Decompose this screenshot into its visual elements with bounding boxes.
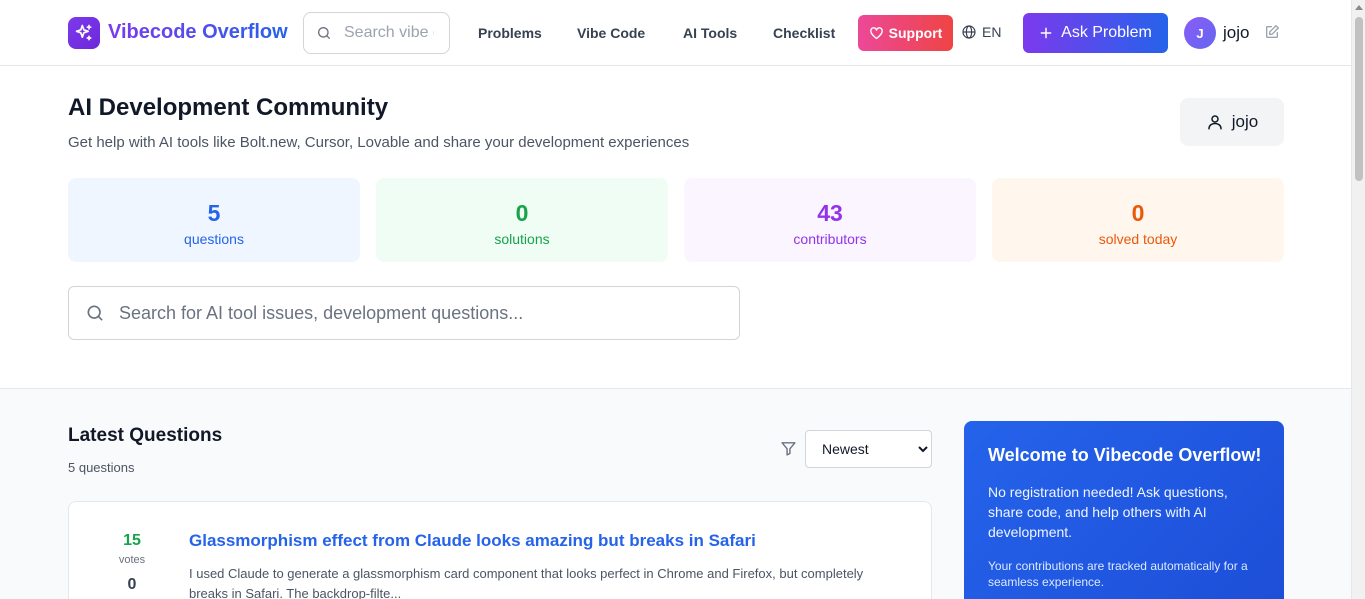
questions-count: 5 questions: [68, 460, 135, 475]
question-stats: 15 votes 0: [110, 532, 154, 594]
support-button[interactable]: Support: [858, 15, 953, 51]
stat-label: solved today: [1098, 231, 1178, 247]
scroll-up-arrow-icon[interactable]: [1355, 5, 1363, 10]
main-search[interactable]: [68, 286, 740, 340]
question-title-link[interactable]: Glassmorphism effect from Claude looks a…: [189, 531, 756, 551]
header-search[interactable]: [303, 12, 450, 54]
header-search-input[interactable]: [344, 24, 434, 42]
stat-value: 0: [515, 200, 529, 226]
user-profile-button[interactable]: jojo: [1180, 98, 1284, 146]
vote-count: 15: [123, 532, 141, 549]
welcome-body: No registration needed! Ask questions, s…: [988, 484, 1228, 540]
logo-sparkles-icon[interactable]: [68, 17, 100, 49]
vote-label: votes: [118, 554, 146, 566]
latest-questions-title: Latest Questions: [68, 425, 223, 446]
nav-ai-tools[interactable]: AI Tools: [683, 25, 737, 41]
header-username[interactable]: jojo: [1223, 23, 1249, 43]
nav-problems[interactable]: Problems: [478, 25, 542, 41]
page-title: AI Development Community: [68, 94, 389, 121]
stat-label: questions: [184, 231, 244, 247]
stat-card-solved-today: 0 solved today: [992, 178, 1284, 262]
page-subtitle: Get help with AI tools like Bolt.new, Cu…: [68, 134, 690, 151]
main-search-input[interactable]: [119, 302, 719, 324]
scroll-thumb[interactable]: [1355, 17, 1363, 181]
nav-checklist[interactable]: Checklist: [773, 25, 835, 41]
language-label: EN: [982, 24, 1002, 40]
user-profile-label: jojo: [1231, 112, 1259, 131]
search-icon: [87, 305, 103, 321]
page-scrollbar[interactable]: [1351, 0, 1365, 599]
plus-icon: [1040, 27, 1052, 39]
filter-icon: [780, 440, 797, 462]
stat-card-solutions: 0 solutions: [376, 178, 668, 262]
brand-name[interactable]: Vibecode Overflow: [108, 21, 288, 44]
top-header: Vibecode Overflow Problems Vibe Code AI …: [0, 0, 1351, 66]
stat-label: solutions: [494, 231, 550, 247]
welcome-panel: Welcome to Vibecode Overflow! No registr…: [964, 421, 1284, 599]
edit-icon[interactable]: [1264, 24, 1280, 45]
question-excerpt: I used Claude to generate a glassmorphis…: [189, 566, 864, 599]
heart-icon: [869, 26, 883, 39]
avatar[interactable]: J: [1184, 17, 1216, 49]
stat-card-contributors: 43 contributors: [684, 178, 976, 262]
sort-select[interactable]: Newest: [805, 430, 932, 468]
answer-count: 0: [127, 576, 137, 593]
globe-icon: [962, 25, 976, 39]
stat-card-questions: 5 questions: [68, 178, 360, 262]
stat-value: 43: [817, 200, 843, 226]
welcome-note: Your contributions are tracked automatic…: [988, 559, 1248, 589]
support-label: Support: [888, 25, 943, 41]
ask-problem-label: Ask Problem: [1061, 24, 1152, 41]
stat-value: 0: [1131, 200, 1145, 226]
language-switcher[interactable]: EN: [961, 24, 1001, 40]
stat-label: contributors: [793, 231, 867, 247]
ask-problem-button[interactable]: Ask Problem: [1023, 13, 1168, 53]
search-icon: [318, 27, 330, 39]
stat-value: 5: [207, 200, 221, 226]
nav-vibe-code[interactable]: Vibe Code: [577, 25, 645, 41]
user-icon: [1208, 115, 1222, 130]
welcome-title: Welcome to Vibecode Overflow!: [988, 445, 1262, 465]
